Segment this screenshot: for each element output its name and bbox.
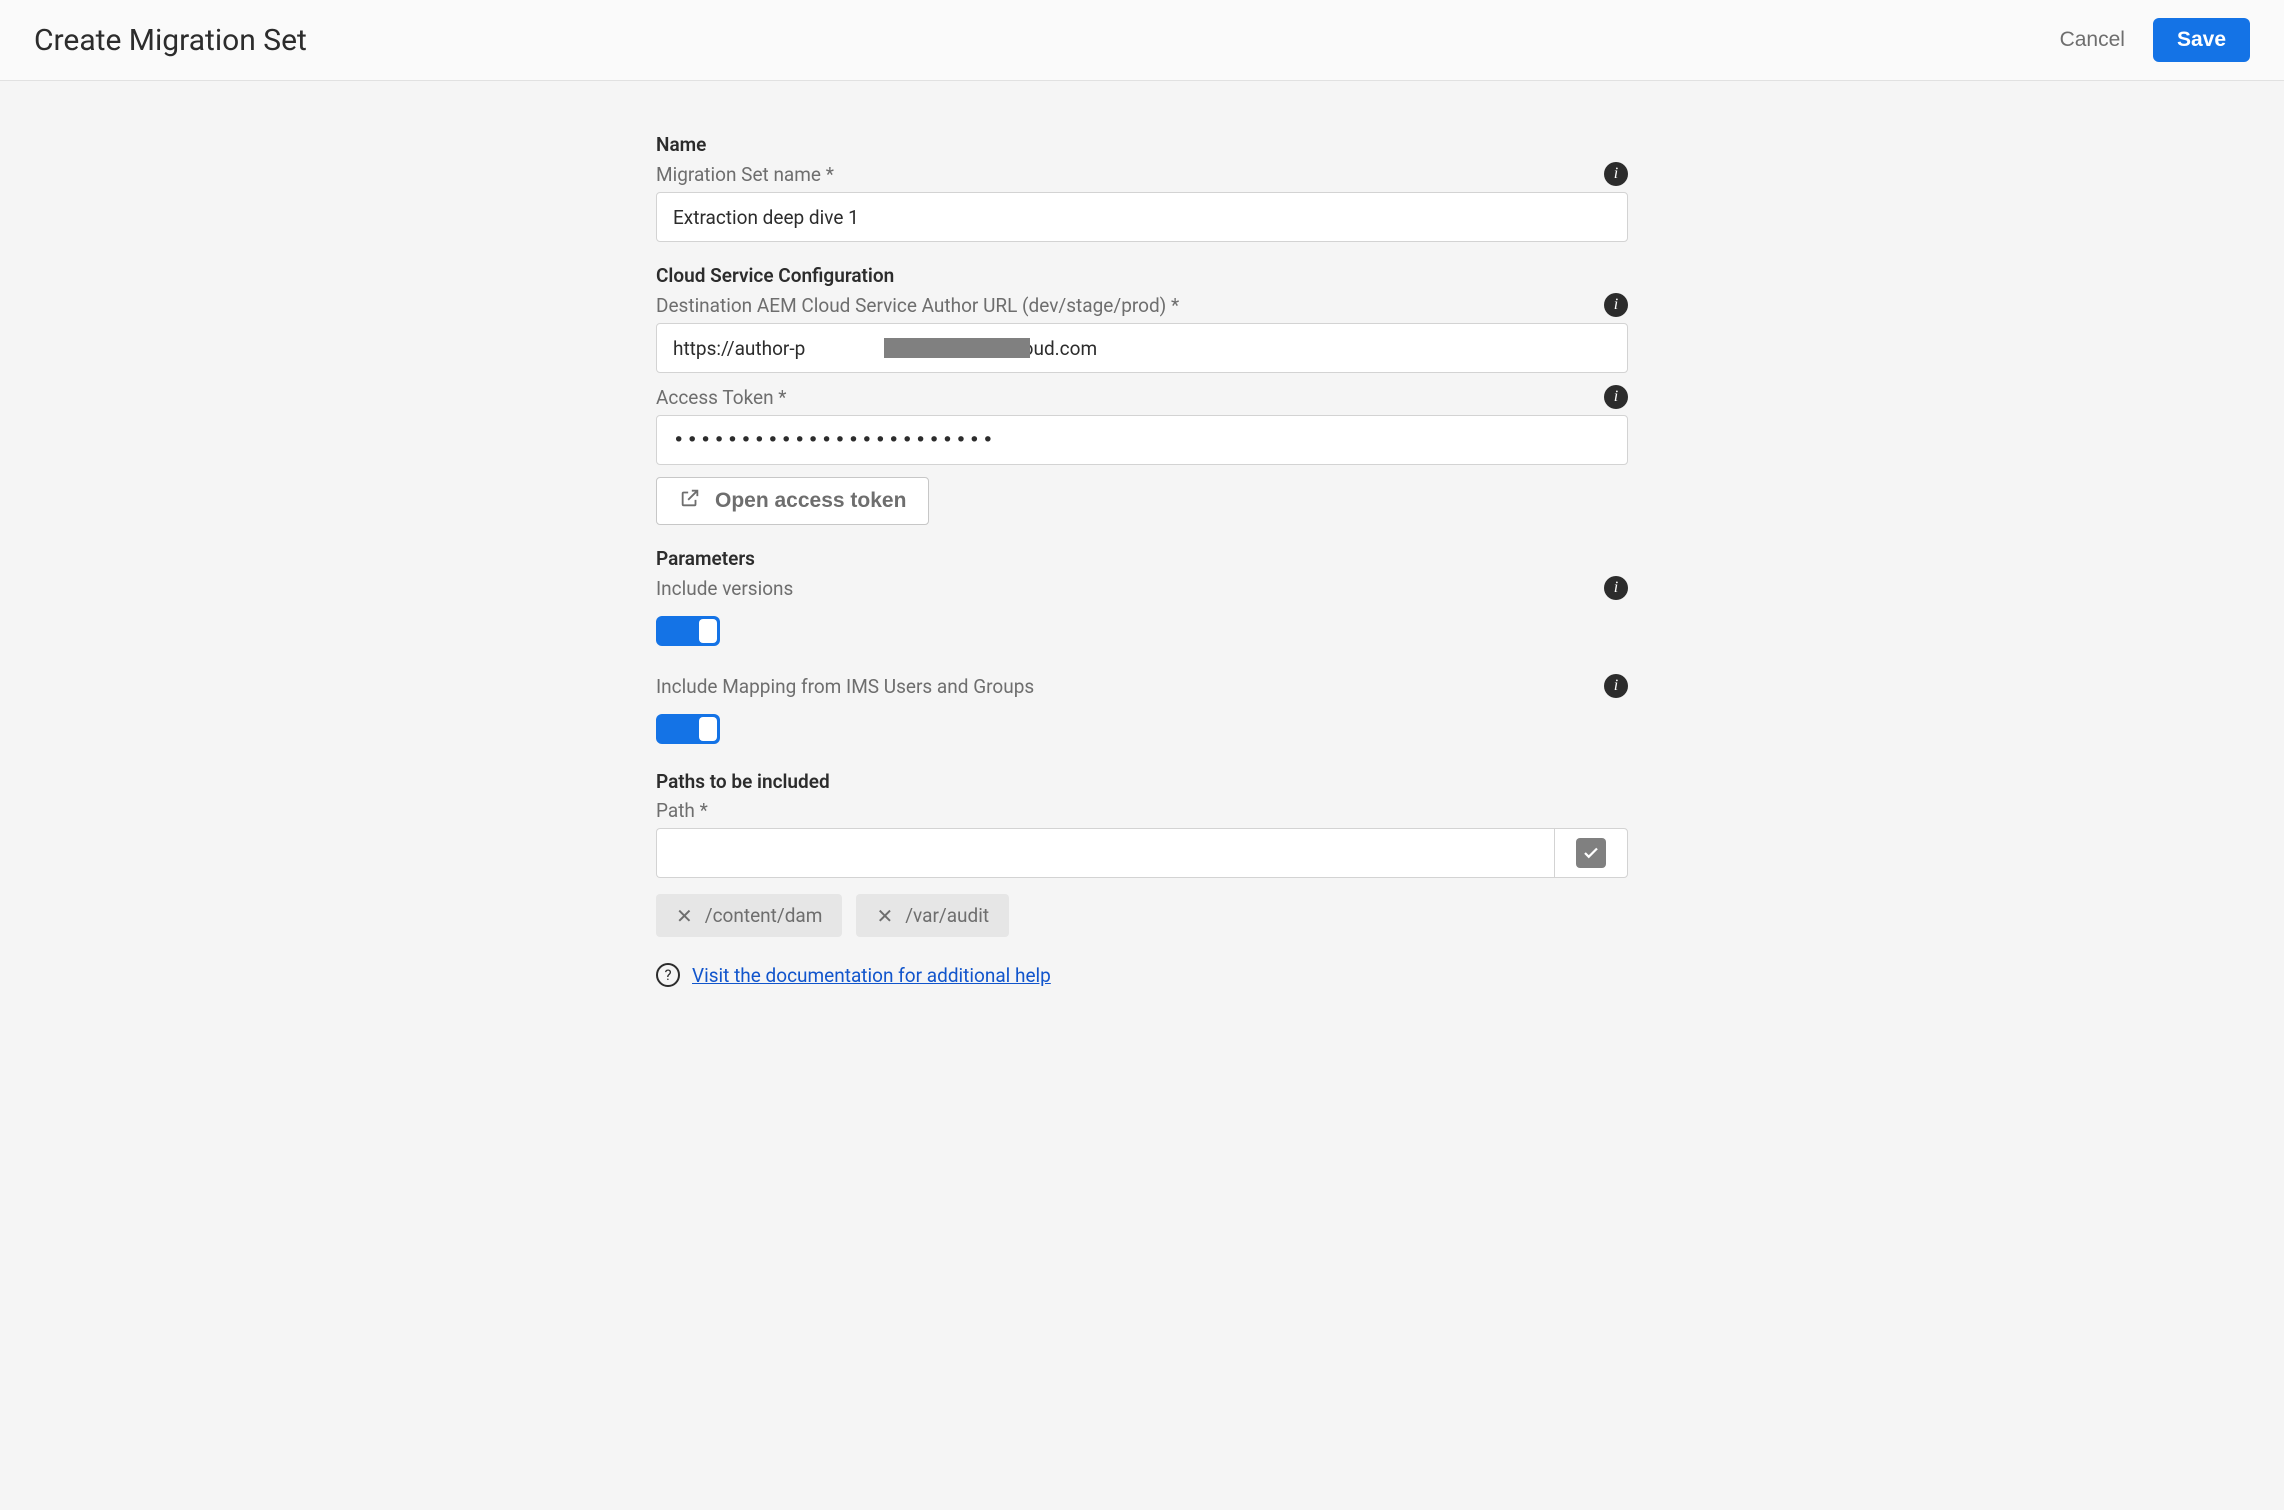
toggle-knob xyxy=(699,717,717,741)
include-versions-toggle[interactable] xyxy=(656,616,720,646)
migration-set-name-input[interactable] xyxy=(656,192,1628,242)
open-access-token-button[interactable]: Open access token xyxy=(656,477,929,525)
include-mapping-label: Include Mapping from IMS Users and Group… xyxy=(656,675,1034,698)
info-icon[interactable]: i xyxy=(1604,293,1628,317)
help-row: ? Visit the documentation for additional… xyxy=(656,963,1628,987)
include-versions-label: Include versions xyxy=(656,577,793,600)
page-title: Create Migration Set xyxy=(34,23,307,58)
remove-chip-icon[interactable]: ✕ xyxy=(676,906,693,926)
section-name-title: Name xyxy=(656,133,1628,156)
cancel-button[interactable]: Cancel xyxy=(2054,27,2131,53)
path-confirm-button[interactable] xyxy=(1554,828,1628,878)
open-access-token-label: Open access token xyxy=(715,489,906,513)
help-icon: ? xyxy=(656,963,680,987)
chip-label: /content/dam xyxy=(705,904,823,927)
toggle-knob xyxy=(699,619,717,643)
section-paths-title: Paths to be included xyxy=(656,770,1628,793)
path-chips: ✕ /content/dam ✕ /var/audit xyxy=(656,894,1628,937)
path-chip: ✕ /var/audit xyxy=(856,894,1009,937)
path-label: Path * xyxy=(656,799,1628,822)
path-input-row xyxy=(656,828,1628,878)
field-row-mapping: Include Mapping from IMS Users and Group… xyxy=(656,674,1628,698)
section-params-title: Parameters xyxy=(656,547,1628,570)
chip-label: /var/audit xyxy=(905,904,989,927)
external-link-icon xyxy=(679,487,701,515)
token-label: Access Token * xyxy=(656,386,786,409)
include-mapping-toggle[interactable] xyxy=(656,714,720,744)
section-cloud-title: Cloud Service Configuration xyxy=(656,264,1628,287)
header-actions: Cancel Save xyxy=(2054,18,2250,62)
documentation-link[interactable]: Visit the documentation for additional h… xyxy=(692,964,1051,987)
destination-url-input[interactable] xyxy=(656,323,1628,373)
url-redaction-mask xyxy=(884,338,1030,358)
field-row-name: Migration Set name * i xyxy=(656,162,1628,186)
path-input[interactable] xyxy=(656,828,1554,878)
path-chip: ✕ /content/dam xyxy=(656,894,842,937)
remove-chip-icon[interactable]: ✕ xyxy=(876,906,893,926)
info-icon[interactable]: i xyxy=(1604,385,1628,409)
info-icon[interactable]: i xyxy=(1604,162,1628,186)
field-row-versions: Include versions i xyxy=(656,576,1628,600)
name-label: Migration Set name * xyxy=(656,163,834,186)
access-token-input[interactable] xyxy=(656,415,1628,465)
url-label: Destination AEM Cloud Service Author URL… xyxy=(656,294,1179,317)
form-container: Name Migration Set name * i Cloud Servic… xyxy=(656,81,1628,1027)
info-icon[interactable]: i xyxy=(1604,674,1628,698)
info-icon[interactable]: i xyxy=(1604,576,1628,600)
check-icon xyxy=(1576,838,1606,868)
field-row-token: Access Token * i xyxy=(656,385,1628,409)
save-button[interactable]: Save xyxy=(2153,18,2250,62)
page-header: Create Migration Set Cancel Save xyxy=(0,0,2284,81)
field-row-url: Destination AEM Cloud Service Author URL… xyxy=(656,293,1628,317)
